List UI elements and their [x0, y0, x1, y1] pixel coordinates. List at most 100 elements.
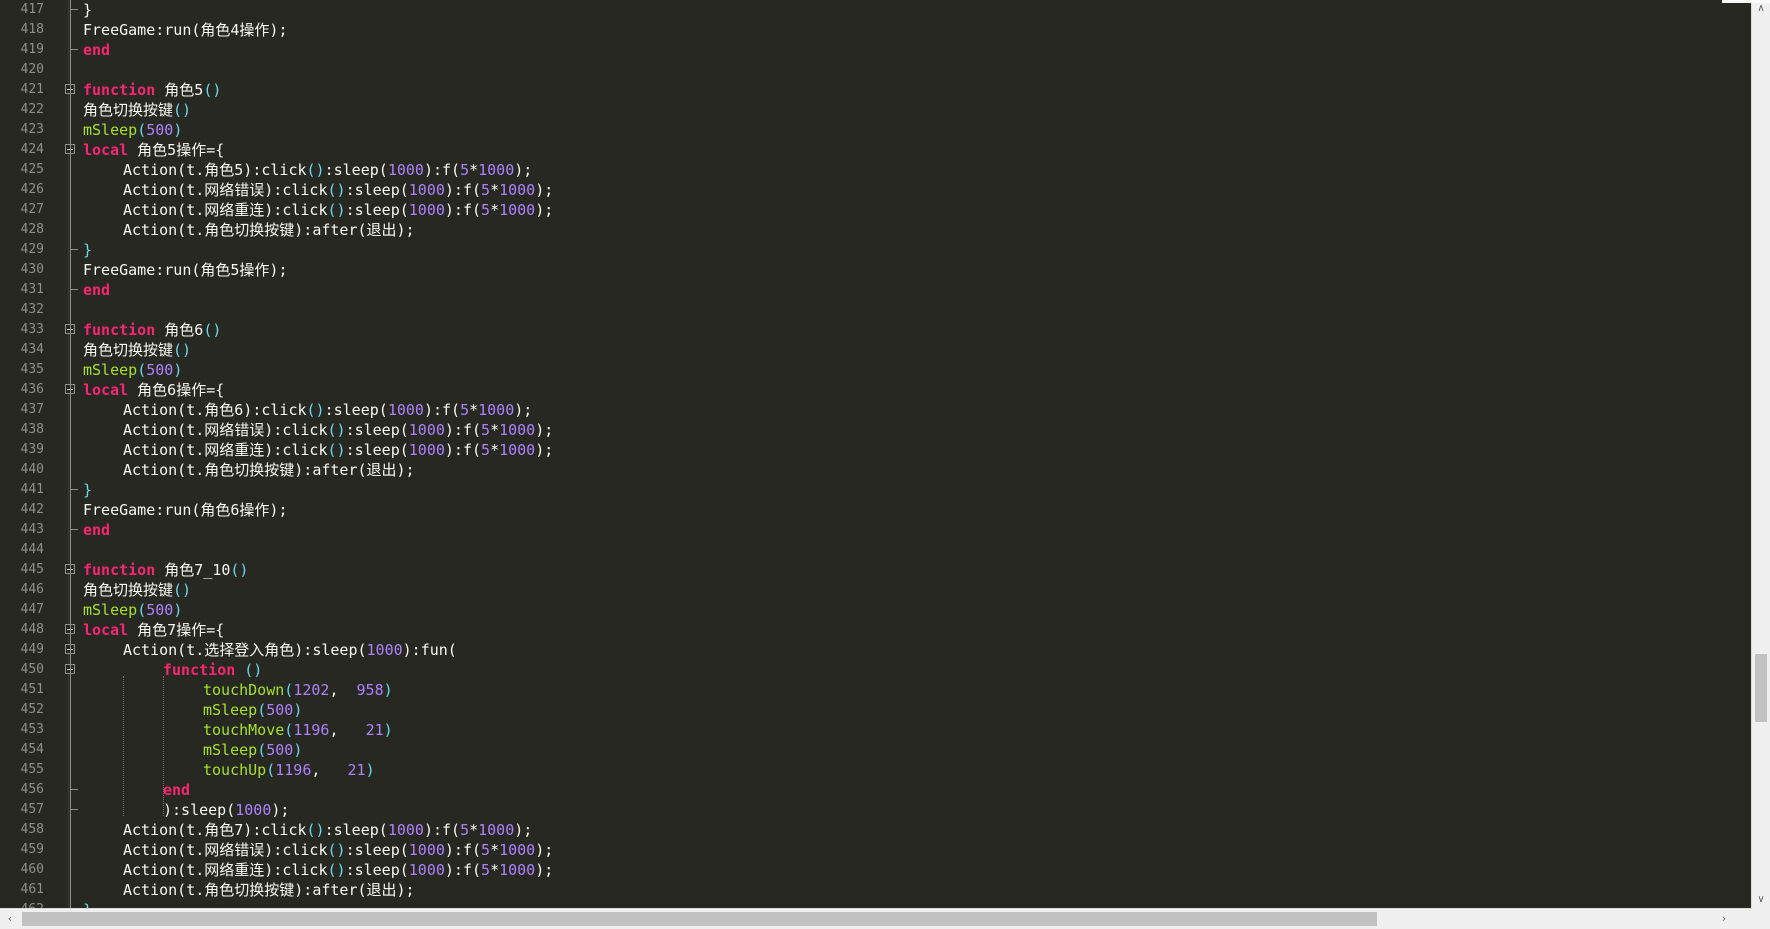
code-token: local: [83, 381, 129, 399]
code-line[interactable]: 443 end: [0, 520, 1752, 540]
code-line[interactable]: 451 touchDown(1202, 958): [0, 680, 1752, 700]
code-text: ):sleep(1000);: [83, 800, 289, 820]
code-line[interactable]: 433 function 角色6(): [0, 320, 1752, 340]
code-line[interactable]: 454 mSleep(500): [0, 740, 1752, 760]
line-number: 418: [20, 22, 44, 37]
code-token: (): [230, 561, 249, 579]
code-line[interactable]: 436 local 角色6操作={: [0, 380, 1752, 400]
code-token: mSleep: [203, 741, 258, 759]
code-token: Action(t.网络重连):click: [123, 861, 328, 879]
code-line[interactable]: 420: [0, 60, 1752, 80]
line-number: 455: [20, 762, 44, 777]
code-token: 角色5: [155, 81, 204, 99]
code-line[interactable]: 453 touchMove(1196, 21): [0, 720, 1752, 740]
code-line[interactable]: 446 角色切换按键(): [0, 580, 1752, 600]
code-text: Action(t.角色切换按键):after(退出);: [83, 880, 415, 900]
code-line[interactable]: 442 FreeGame:run(角色6操作);: [0, 500, 1752, 520]
code-token: 1000: [478, 821, 515, 839]
code-token: );: [535, 181, 554, 199]
vertical-scrollbar[interactable]: ∧ ∨: [1751, 0, 1770, 909]
code-token: (): [203, 321, 222, 339]
code-line[interactable]: 417}: [0, 0, 1752, 20]
code-line[interactable]: 429}: [0, 240, 1752, 260]
code-token: (: [257, 701, 267, 719]
code-token: (): [327, 841, 346, 859]
code-line[interactable]: 435 mSleep(500): [0, 360, 1752, 380]
code-line[interactable]: 460 Action(t.网络重连):click():sleep(1000):f(…: [0, 860, 1752, 880]
line-number: 435: [20, 362, 44, 377]
code-text: end: [83, 280, 110, 300]
code-line[interactable]: 432: [0, 300, 1752, 320]
code-token: touchUp: [203, 761, 267, 779]
code-line[interactable]: 450 function (): [0, 660, 1752, 680]
code-line[interactable]: 459 Action(t.网络错误):click():sleep(1000):f(…: [0, 840, 1752, 860]
code-line[interactable]: 428 Action(t.角色切换按键):after(退出);: [0, 220, 1752, 240]
code-token: :sleep(: [324, 821, 388, 839]
code-line[interactable]: 452 mSleep(500): [0, 700, 1752, 720]
code-line[interactable]: 438 Action(t.网络错误):click():sleep(1000):f(…: [0, 420, 1752, 440]
code-token: ):f(: [444, 201, 482, 219]
code-line[interactable]: 444: [0, 540, 1752, 560]
code-line[interactable]: 419 end: [0, 40, 1752, 60]
line-number: 454: [20, 742, 44, 757]
code-token: function: [83, 321, 156, 339]
scroll-left-icon[interactable]: ‹: [0, 909, 20, 929]
code-line[interactable]: 458 Action(t.角色7):click():sleep(1000):f(5…: [0, 820, 1752, 840]
code-line[interactable]: 418 FreeGame:run(角色4操作);: [0, 20, 1752, 40]
code-token: *: [490, 441, 500, 459]
code-token: 角色5操作={: [128, 141, 225, 159]
code-token: (: [137, 121, 147, 139]
code-token: function: [83, 561, 156, 579]
code-line[interactable]: 421 function 角色5(): [0, 80, 1752, 100]
code-line[interactable]: 449 Action(t.选择登入角色):sleep(1000):fun(: [0, 640, 1752, 660]
line-number: 431: [20, 282, 44, 297]
code-line[interactable]: 445 function 角色7_10(): [0, 560, 1752, 580]
code-line[interactable]: 441}: [0, 480, 1752, 500]
code-token: end: [83, 521, 111, 539]
vertical-scroll-thumb[interactable]: [1755, 654, 1767, 722]
code-token: ):f(: [444, 441, 482, 459]
code-line[interactable]: 455 touchUp(1196, 21): [0, 760, 1752, 780]
code-token: 1196: [293, 721, 330, 739]
code-editor[interactable]: 417} 418 FreeGame:run(角色4操作); 419 end 420 421 f…: [0, 0, 1752, 909]
code-token: (): [173, 581, 192, 599]
code-line[interactable]: 425 Action(t.角色5):click():sleep(1000):f(5…: [0, 160, 1752, 180]
horizontal-scroll-thumb[interactable]: [22, 912, 1377, 926]
code-line[interactable]: 439 Action(t.网络重连):click():sleep(1000):f(…: [0, 440, 1752, 460]
scroll-down-icon[interactable]: ∨: [1752, 891, 1770, 909]
code-line[interactable]: 422 角色切换按键(): [0, 100, 1752, 120]
code-token: ):f(: [423, 161, 461, 179]
line-number: 427: [20, 202, 44, 217]
code-text: mSleep(500): [83, 600, 182, 620]
code-token: :sleep(: [345, 421, 409, 439]
code-token: 1000: [387, 161, 424, 179]
code-line[interactable]: 423 mSleep(500): [0, 120, 1752, 140]
code-line[interactable]: 431 end: [0, 280, 1752, 300]
code-line[interactable]: 461 Action(t.角色切换按键):after(退出);: [0, 880, 1752, 900]
code-token: (: [284, 721, 294, 739]
line-number: 423: [20, 122, 44, 137]
code-line[interactable]: 456 end: [0, 780, 1752, 800]
code-token: :sleep(: [345, 181, 409, 199]
code-line[interactable]: 426 Action(t.网络错误):click():sleep(1000):f(…: [0, 180, 1752, 200]
line-number: 428: [20, 222, 44, 237]
line-number: 452: [20, 702, 44, 717]
code-line[interactable]: 430 FreeGame:run(角色5操作);: [0, 260, 1752, 280]
horizontal-scrollbar[interactable]: ‹ ›: [0, 908, 1752, 929]
code-line[interactable]: 437 Action(t.角色6):click():sleep(1000):f(5…: [0, 400, 1752, 420]
code-token: 1000: [408, 861, 445, 879]
code-line[interactable]: 427 Action(t.网络重连):click():sleep(1000):f(…: [0, 200, 1752, 220]
code-line[interactable]: 424 local 角色5操作={: [0, 140, 1752, 160]
code-token: mSleep: [83, 601, 138, 619]
code-token: Action(t.角色7):click: [123, 821, 307, 839]
code-line[interactable]: 434 角色切换按键(): [0, 340, 1752, 360]
line-number: 432: [20, 302, 44, 317]
code-text: FreeGame:run(角色5操作);: [83, 260, 288, 280]
code-line[interactable]: 440 Action(t.角色切换按键):after(退出);: [0, 460, 1752, 480]
code-line[interactable]: 447 mSleep(500): [0, 600, 1752, 620]
scroll-right-icon[interactable]: ›: [1714, 909, 1734, 929]
code-line[interactable]: 448 local 角色7操作={: [0, 620, 1752, 640]
code-line[interactable]: 457):sleep(1000);: [0, 800, 1752, 820]
line-number: 453: [20, 722, 44, 737]
code-text: touchDown(1202, 958): [83, 680, 393, 700]
